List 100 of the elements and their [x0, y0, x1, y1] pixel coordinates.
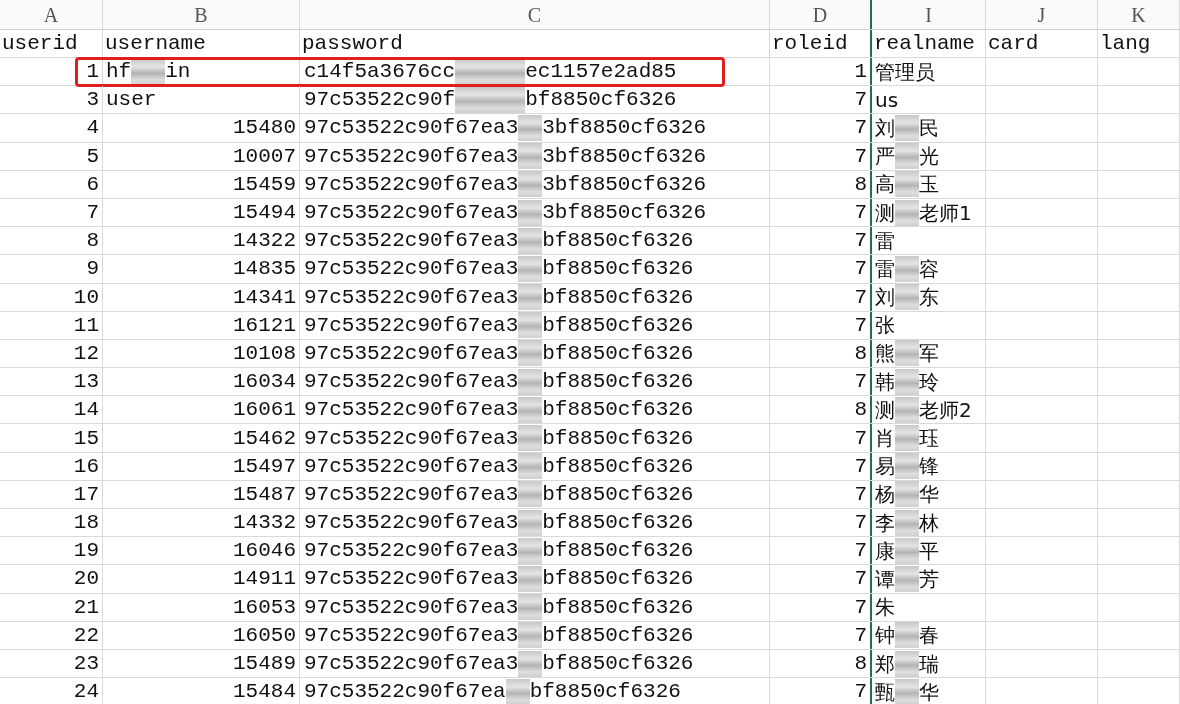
- table-cell: 1: [854, 61, 867, 83]
- column-letter[interactable]: J: [1037, 4, 1046, 25]
- table-cell: 16061: [233, 399, 296, 421]
- redaction-blur: [518, 171, 543, 198]
- table-cell: 7: [854, 624, 867, 646]
- redaction-blur: [518, 537, 543, 564]
- table-cell: 测: [875, 399, 895, 420]
- table-cell: 14911: [233, 568, 296, 590]
- column-letter[interactable]: C: [527, 4, 542, 25]
- redaction-blur: [518, 312, 543, 339]
- table-cell: 7: [854, 455, 867, 477]
- table-cell: 97c53522c90f67ea3: [304, 173, 519, 195]
- table-cell: 97c53522c90f67ea3: [304, 202, 519, 224]
- redaction-blur: [518, 425, 543, 452]
- table-cell: 97c53522c90f67ea3: [304, 286, 519, 308]
- table-cell: 8: [854, 399, 867, 421]
- table-cell: ec1157e2ad85: [525, 61, 677, 83]
- table-cell: 7: [854, 681, 867, 703]
- table-cell: 16121: [233, 314, 296, 336]
- table-cell: 15489: [233, 653, 296, 675]
- table-cell: 11: [73, 314, 99, 336]
- table-cell: 97c53522c90f67ea3: [304, 512, 519, 534]
- table-cell: 珏: [919, 428, 939, 449]
- table-cell: 平: [919, 540, 939, 561]
- redaction-blur: [518, 565, 543, 592]
- redaction-blur: [131, 58, 166, 85]
- column-letter[interactable]: K: [1131, 4, 1146, 25]
- redaction-blur: [518, 368, 543, 395]
- table-cell: 97c53522c90f67ea3: [304, 117, 519, 139]
- column-letter[interactable]: B: [194, 4, 208, 25]
- table-cell: 钟: [875, 625, 895, 646]
- table-cell: 9: [86, 258, 99, 280]
- table-cell: bf8850cf6326: [529, 681, 681, 703]
- table-cell: bf8850cf6326: [542, 258, 694, 280]
- table-cell: 14835: [233, 258, 296, 280]
- table-cell: bf8850cf6326: [542, 427, 694, 449]
- header-cell: password: [302, 33, 403, 54]
- header-cell: userid: [2, 33, 78, 54]
- table-cell: 3bf8850cf6326: [542, 202, 707, 224]
- table-cell: 15: [73, 427, 99, 449]
- table-cell: 15459: [233, 173, 296, 195]
- table-cell: 1: [86, 61, 99, 83]
- table-cell: 7: [854, 596, 867, 618]
- table-cell: bf8850cf6326: [542, 314, 694, 336]
- table-cell: 7: [854, 89, 867, 111]
- table-cell: 7: [854, 568, 867, 590]
- table-cell: 7: [854, 371, 867, 393]
- table-cell: 15484: [233, 681, 296, 703]
- table-cell: bf8850cf6326: [542, 568, 694, 590]
- table-cell: 朱: [875, 597, 895, 618]
- table-cell: 7: [86, 202, 99, 224]
- table-cell: 3: [86, 89, 99, 111]
- table-cell: bf8850cf6326: [542, 483, 694, 505]
- table-cell: 16: [73, 455, 99, 477]
- table-cell: 10: [73, 286, 99, 308]
- redaction-blur: [518, 650, 543, 677]
- table-cell: c14f5a3676cc: [304, 61, 456, 83]
- table-cell: 光: [919, 146, 939, 167]
- table-cell: 22: [73, 624, 99, 646]
- table-cell: 17: [73, 483, 99, 505]
- table-cell: 李: [875, 512, 895, 533]
- table-cell: 15487: [233, 483, 296, 505]
- column-letter[interactable]: D: [812, 4, 828, 25]
- table-cell: bf8850cf6326: [542, 596, 694, 618]
- table-cell: 康: [875, 540, 895, 561]
- column-letter[interactable]: I: [925, 4, 932, 25]
- table-cell: 7: [854, 230, 867, 252]
- redaction-blur: [518, 227, 543, 254]
- table-cell: 瑞: [919, 653, 939, 674]
- table-cell: 97c53522c90f67ea: [304, 681, 506, 703]
- redaction-blur: [895, 425, 919, 452]
- table-cell: 10108: [233, 342, 296, 364]
- table-cell: 24: [73, 681, 99, 703]
- table-cell: 15494: [233, 202, 296, 224]
- table-cell: bf8850cf6326: [542, 399, 694, 421]
- table-cell: bf8850cf6326: [542, 230, 694, 252]
- table-cell: bf8850cf6326: [542, 371, 694, 393]
- redaction-blur: [518, 481, 543, 508]
- table-cell: 97c53522c90f67ea3: [304, 342, 519, 364]
- table-cell: 97c53522c90f67ea3: [304, 314, 519, 336]
- table-cell: 20: [73, 568, 99, 590]
- table-cell: 97c53522c90f67ea3: [304, 483, 519, 505]
- table-cell: 韩: [875, 371, 895, 392]
- redaction-blur: [518, 284, 543, 311]
- table-cell: 6: [86, 173, 99, 195]
- redaction-blur: [895, 509, 919, 536]
- table-cell: 张: [875, 315, 895, 336]
- redaction-blur: [895, 678, 919, 704]
- redaction-blur: [518, 255, 543, 282]
- table-cell: 14322: [233, 230, 296, 252]
- table-cell: 15480: [233, 117, 296, 139]
- redaction-blur: [895, 396, 919, 423]
- column-letter[interactable]: A: [43, 4, 59, 25]
- table-cell: 民: [919, 117, 939, 138]
- table-cell: 15462: [233, 427, 296, 449]
- header-cell: realname: [874, 33, 975, 54]
- redaction-blur: [895, 622, 919, 649]
- table-cell: hf: [106, 61, 132, 83]
- redaction-blur: [895, 143, 919, 170]
- table-cell: bf8850cf6326: [542, 653, 694, 675]
